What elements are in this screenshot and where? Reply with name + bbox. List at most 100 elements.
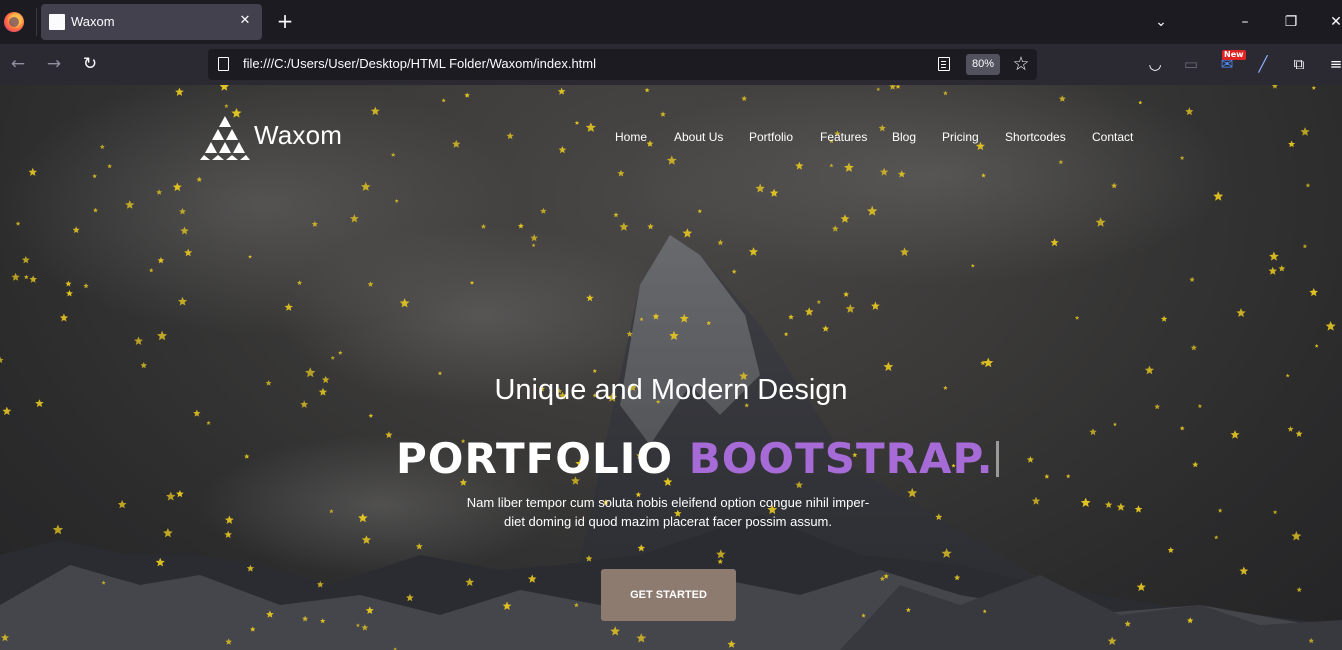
pocket-icon[interactable]: ◡ bbox=[1144, 53, 1166, 75]
star-particle bbox=[795, 161, 804, 170]
star-particle bbox=[557, 87, 566, 95]
hero-description: Nam liber tempor cum soluta nobis eleife… bbox=[0, 493, 1336, 531]
star-particle bbox=[1089, 428, 1097, 436]
star-particle bbox=[83, 283, 89, 289]
star-particle bbox=[895, 85, 901, 89]
star-particle bbox=[983, 357, 994, 368]
star-particle bbox=[898, 170, 906, 178]
headline-main: PORTFOLIO bbox=[396, 434, 689, 483]
star-particle bbox=[585, 122, 596, 132]
star-particle bbox=[843, 291, 849, 297]
star-particle bbox=[981, 173, 986, 178]
star-particle bbox=[1160, 315, 1168, 322]
nav-about-us[interactable]: About Us bbox=[674, 130, 723, 144]
star-particle bbox=[92, 173, 97, 179]
url-text[interactable]: file:///C:/Users/User/Desktop/HTML Folde… bbox=[243, 56, 596, 71]
description-line: Nam liber tempor cum soluta nobis eleife… bbox=[466, 495, 870, 510]
list-all-tabs-icon[interactable]: ⌄ bbox=[1151, 12, 1171, 32]
nav-home[interactable]: Home bbox=[615, 130, 647, 144]
nav-pricing[interactable]: Pricing bbox=[942, 130, 979, 144]
star-particle bbox=[23, 274, 29, 280]
star-particle bbox=[617, 169, 625, 177]
star-particle bbox=[394, 199, 399, 203]
star-particle bbox=[2, 406, 12, 416]
star-particle bbox=[302, 615, 309, 622]
new-tab-button[interactable]: + bbox=[274, 10, 296, 32]
star-particle bbox=[1179, 425, 1185, 431]
star-particle bbox=[338, 350, 343, 355]
nav-portfolio[interactable]: Portfolio bbox=[749, 130, 793, 144]
hero-section: Waxom Home About Us Portfolio Features B… bbox=[0, 85, 1342, 650]
star-particle bbox=[646, 140, 654, 147]
star-particle bbox=[15, 221, 21, 226]
nav-blog[interactable]: Blog bbox=[892, 130, 916, 144]
star-particle bbox=[244, 453, 250, 459]
get-started-button[interactable]: GET STARTED bbox=[601, 569, 736, 621]
star-particle bbox=[157, 330, 168, 341]
star-particle bbox=[867, 205, 878, 216]
star-particle bbox=[180, 226, 189, 235]
nav-contact[interactable]: Contact bbox=[1092, 130, 1133, 144]
star-particle bbox=[368, 413, 374, 418]
star-particle bbox=[861, 613, 866, 618]
star-particle bbox=[441, 98, 446, 103]
star-particle bbox=[748, 247, 759, 256]
star-particle bbox=[248, 254, 253, 259]
star-particle bbox=[311, 220, 318, 227]
star-particle bbox=[586, 294, 594, 302]
firefox-icon[interactable] bbox=[4, 12, 24, 32]
star-particle bbox=[845, 304, 855, 313]
star-particle bbox=[613, 212, 619, 218]
restore-button[interactable]: ❐ bbox=[1281, 12, 1301, 32]
star-particle bbox=[1325, 321, 1336, 331]
nav-features[interactable]: Features bbox=[820, 130, 867, 144]
app-menu-icon[interactable]: ≡ bbox=[1325, 53, 1342, 75]
star-particle bbox=[193, 409, 201, 417]
star-particle bbox=[829, 163, 834, 168]
star-particle bbox=[666, 155, 677, 165]
close-window-button[interactable]: ✕ bbox=[1326, 12, 1342, 32]
star-particle bbox=[1308, 637, 1314, 644]
star-particle bbox=[390, 152, 396, 157]
star-particle bbox=[517, 223, 524, 229]
reload-button[interactable]: ↻ bbox=[79, 53, 101, 75]
tab-waxom[interactable]: Waxom ✕ bbox=[41, 4, 262, 40]
bookmark-star-icon[interactable]: ☆ bbox=[1010, 53, 1032, 75]
star-particle bbox=[883, 361, 894, 371]
star-particle bbox=[1305, 183, 1311, 188]
star-particle bbox=[1095, 217, 1106, 227]
typing-cursor bbox=[995, 441, 999, 477]
star-particle bbox=[982, 609, 987, 614]
star-particle bbox=[900, 247, 910, 256]
minimize-button[interactable]: – bbox=[1235, 12, 1255, 32]
star-particle bbox=[1311, 85, 1317, 90]
star-particle bbox=[93, 207, 98, 213]
page-favicon-icon bbox=[49, 14, 65, 30]
star-particle bbox=[1113, 422, 1117, 427]
page-info-icon[interactable] bbox=[218, 57, 229, 71]
star-particle bbox=[879, 576, 885, 581]
star-particle bbox=[660, 111, 666, 117]
hero-subtitle: Unique and Modern Design bbox=[494, 374, 848, 406]
extensions-puzzle-icon[interactable]: ⧉ bbox=[1288, 53, 1310, 75]
star-particle bbox=[540, 207, 547, 214]
star-particle bbox=[669, 330, 679, 340]
screen-icon[interactable]: ▭ bbox=[1180, 53, 1202, 75]
star-particle bbox=[28, 167, 37, 176]
reader-view-icon[interactable] bbox=[938, 57, 950, 71]
star-particle bbox=[788, 314, 794, 320]
url-bar[interactable]: file:///C:/Users/User/Desktop/HTML Folde… bbox=[208, 49, 1037, 80]
star-particle bbox=[783, 331, 789, 337]
star-particle bbox=[224, 530, 232, 538]
back-button[interactable]: ← bbox=[7, 53, 29, 75]
star-particle bbox=[1271, 85, 1278, 89]
forward-button[interactable]: → bbox=[43, 53, 65, 75]
close-tab-icon[interactable]: ✕ bbox=[236, 12, 254, 30]
star-particle bbox=[406, 593, 414, 602]
description-line: diet doming id quod mazim placerat facer… bbox=[503, 514, 833, 529]
color-picker-extension-icon[interactable]: ╱ bbox=[1252, 53, 1274, 75]
star-particle bbox=[1239, 566, 1249, 575]
star-particle bbox=[206, 420, 211, 425]
zoom-level-button[interactable]: 80% bbox=[966, 54, 1000, 75]
nav-shortcodes[interactable]: Shortcodes bbox=[1005, 130, 1066, 144]
